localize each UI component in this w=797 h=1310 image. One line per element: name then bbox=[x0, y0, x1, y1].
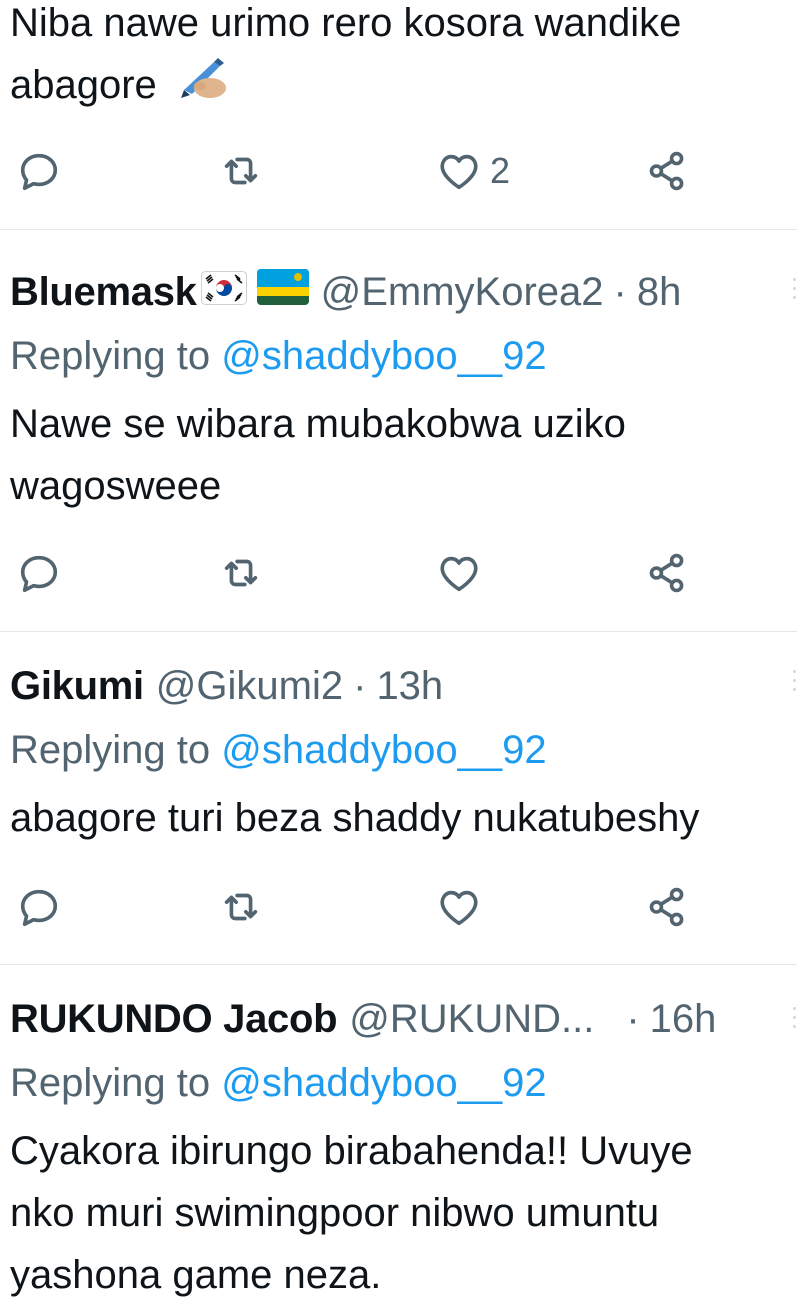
author-handle[interactable]: @Gikumi2 bbox=[156, 662, 343, 710]
tweet-3[interactable]: RUKUNDO Jacob @RUKUND... · 16h Replying … bbox=[0, 965, 797, 1310]
replying-to-label: Replying to bbox=[10, 728, 211, 772]
retweet-button[interactable] bbox=[218, 548, 264, 598]
heart-icon bbox=[436, 884, 482, 930]
like-button[interactable]: 2 bbox=[436, 146, 510, 196]
more-options-icon[interactable] bbox=[793, 670, 797, 691]
share-button[interactable] bbox=[644, 146, 690, 196]
tweet-1-body: Nawe se wibara mubakobwa uziko wagosweee bbox=[10, 393, 626, 517]
tweet-1-body-line-1: Nawe se wibara mubakobwa uziko bbox=[10, 402, 626, 446]
author-name[interactable]: RUKUNDO Jacob bbox=[10, 995, 338, 1043]
separator-dot: · bbox=[626, 997, 640, 1041]
tweet-1[interactable]: Bluemask @EmmyKorea2 · 8h Replying to @s… bbox=[0, 230, 797, 632]
tweet-2-header: Gikumi @Gikumi2 · 13h bbox=[10, 662, 443, 710]
replying-to-line: Replying to @shaddyboo__92 bbox=[10, 1059, 547, 1107]
tweet-3-body-line-3: yashona game neza. bbox=[10, 1253, 382, 1297]
share-icon bbox=[644, 550, 690, 596]
author-handle[interactable]: @RUKUND... bbox=[349, 995, 594, 1043]
like-button[interactable] bbox=[436, 882, 482, 932]
reply-bubble-icon bbox=[16, 550, 62, 596]
retweet-button[interactable] bbox=[218, 146, 264, 196]
tweet-2-body: abagore turi beza shaddy nukatubeshy bbox=[10, 787, 699, 849]
timestamp[interactable]: 16h bbox=[650, 995, 717, 1043]
retweet-icon bbox=[218, 148, 264, 194]
more-options-icon[interactable] bbox=[793, 1007, 797, 1028]
more-options-icon[interactable] bbox=[793, 278, 797, 299]
replying-to-label: Replying to bbox=[10, 334, 211, 378]
tweet-2-body-line-1: abagore turi beza shaddy nukatubeshy bbox=[10, 796, 700, 840]
reply-button[interactable] bbox=[16, 146, 62, 196]
south-korea-flag-icon bbox=[200, 268, 247, 316]
tweet-1-actions bbox=[0, 548, 797, 598]
author-handle[interactable]: @EmmyKorea2 bbox=[321, 268, 604, 316]
separator-dot: · bbox=[613, 270, 627, 314]
author-name[interactable]: Gikumi bbox=[10, 662, 144, 710]
share-button[interactable] bbox=[644, 548, 690, 598]
rwanda-flag-icon bbox=[256, 268, 309, 316]
tweet-0-actions: 2 bbox=[0, 146, 797, 196]
retweet-button[interactable] bbox=[218, 882, 264, 932]
replying-to-mention[interactable]: @shaddyboo__92 bbox=[221, 728, 546, 772]
tweet-3-body-line-1: Cyakora ibirungo birabahenda!! Uvuye bbox=[10, 1129, 693, 1173]
replying-to-mention[interactable]: @shaddyboo__92 bbox=[221, 334, 546, 378]
like-button[interactable] bbox=[436, 548, 482, 598]
tweet-1-body-line-2: wagosweee bbox=[10, 464, 222, 508]
heart-icon bbox=[436, 148, 482, 194]
tweet-3-body: Cyakora ibirungo birabahenda!! Uvuye nko… bbox=[10, 1120, 693, 1306]
tweet-0-body: Niba nawe urimo rero kosora wandike abag… bbox=[10, 0, 681, 118]
writing-hand-icon bbox=[178, 56, 226, 118]
share-button[interactable] bbox=[644, 882, 690, 932]
reply-button[interactable] bbox=[16, 548, 62, 598]
timestamp[interactable]: 8h bbox=[637, 268, 682, 316]
like-count: 2 bbox=[490, 150, 511, 191]
reply-button[interactable] bbox=[16, 882, 62, 932]
tweet-3-body-line-2: nko muri swimingpoor nibwo umuntu bbox=[10, 1191, 660, 1235]
replying-to-mention[interactable]: @shaddyboo__92 bbox=[221, 1061, 546, 1105]
tweet-1-header: Bluemask @EmmyKorea2 · 8h bbox=[10, 268, 681, 316]
reply-bubble-icon bbox=[16, 884, 62, 930]
share-icon bbox=[644, 884, 690, 930]
retweet-icon bbox=[218, 550, 264, 596]
heart-icon bbox=[436, 550, 482, 596]
tweet-0[interactable]: Niba nawe urimo rero kosora wandike abag… bbox=[0, 0, 797, 230]
share-icon bbox=[644, 148, 690, 194]
retweet-icon bbox=[218, 884, 264, 930]
reply-bubble-icon bbox=[16, 148, 62, 194]
tweet-3-header: RUKUNDO Jacob @RUKUND... · 16h bbox=[10, 995, 716, 1043]
timestamp[interactable]: 13h bbox=[376, 662, 443, 710]
tweet-2[interactable]: Gikumi @Gikumi2 · 13h Replying to @shadd… bbox=[0, 632, 797, 965]
tweet-2-actions bbox=[0, 882, 797, 932]
tweet-0-body-line-1: Niba nawe urimo rero kosora wandike bbox=[10, 1, 682, 45]
replying-to-line: Replying to @shaddyboo__92 bbox=[10, 332, 547, 380]
replying-to-label: Replying to bbox=[10, 1061, 211, 1105]
author-name[interactable]: Bluemask bbox=[10, 268, 197, 316]
separator-dot: · bbox=[353, 664, 367, 708]
replying-to-line: Replying to @shaddyboo__92 bbox=[10, 726, 547, 774]
tweet-0-body-line-2: abagore bbox=[10, 63, 157, 107]
